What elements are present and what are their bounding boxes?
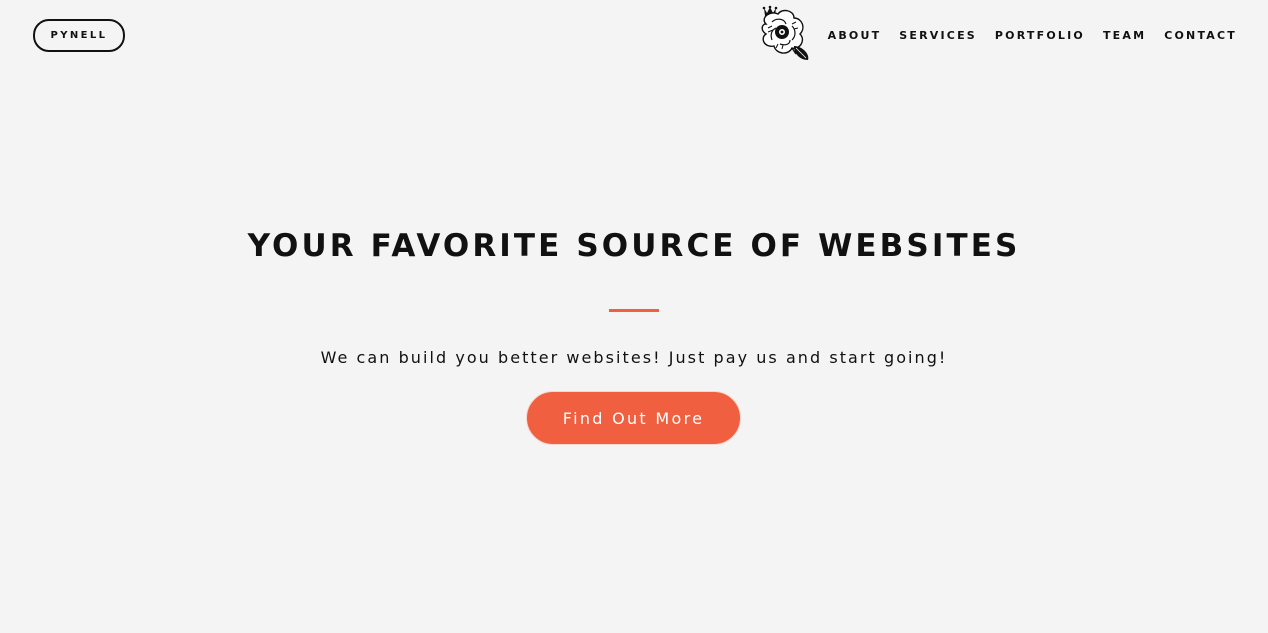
- nav-item-contact: CONTACT: [1146, 27, 1237, 45]
- page: PYNELL ABOUT SERVICES PORTFOLIO TEAM CON…: [0, 0, 1268, 633]
- nav-link-about[interactable]: ABOUT: [828, 27, 882, 45]
- main-nav: ABOUT SERVICES PORTFOLIO TEAM CONTACT: [810, 27, 1237, 45]
- find-out-more-button[interactable]: Find Out More: [526, 391, 741, 445]
- hero-title: YOUR FAVORITE SOURCE OF WEBSITES: [247, 228, 1021, 264]
- hero-subtitle: We can build you better websites! Just p…: [320, 348, 948, 367]
- nav-link-contact[interactable]: CONTACT: [1164, 27, 1237, 45]
- nav-link-team[interactable]: TEAM: [1103, 27, 1146, 45]
- nav-item-team: TEAM: [1085, 27, 1146, 45]
- nav-item-portfolio: PORTFOLIO: [977, 27, 1085, 45]
- nav-item-services: SERVICES: [881, 27, 977, 45]
- brand-button[interactable]: PYNELL: [33, 19, 125, 52]
- hero-divider: [609, 309, 659, 312]
- nav-item-about: ABOUT: [810, 27, 882, 45]
- nav-link-portfolio[interactable]: PORTFOLIO: [995, 27, 1085, 45]
- rose-flower-icon: [761, 5, 809, 60]
- hero-section: YOUR FAVORITE SOURCE OF WEBSITES We can …: [0, 0, 1268, 633]
- nav-link-services[interactable]: SERVICES: [899, 27, 977, 45]
